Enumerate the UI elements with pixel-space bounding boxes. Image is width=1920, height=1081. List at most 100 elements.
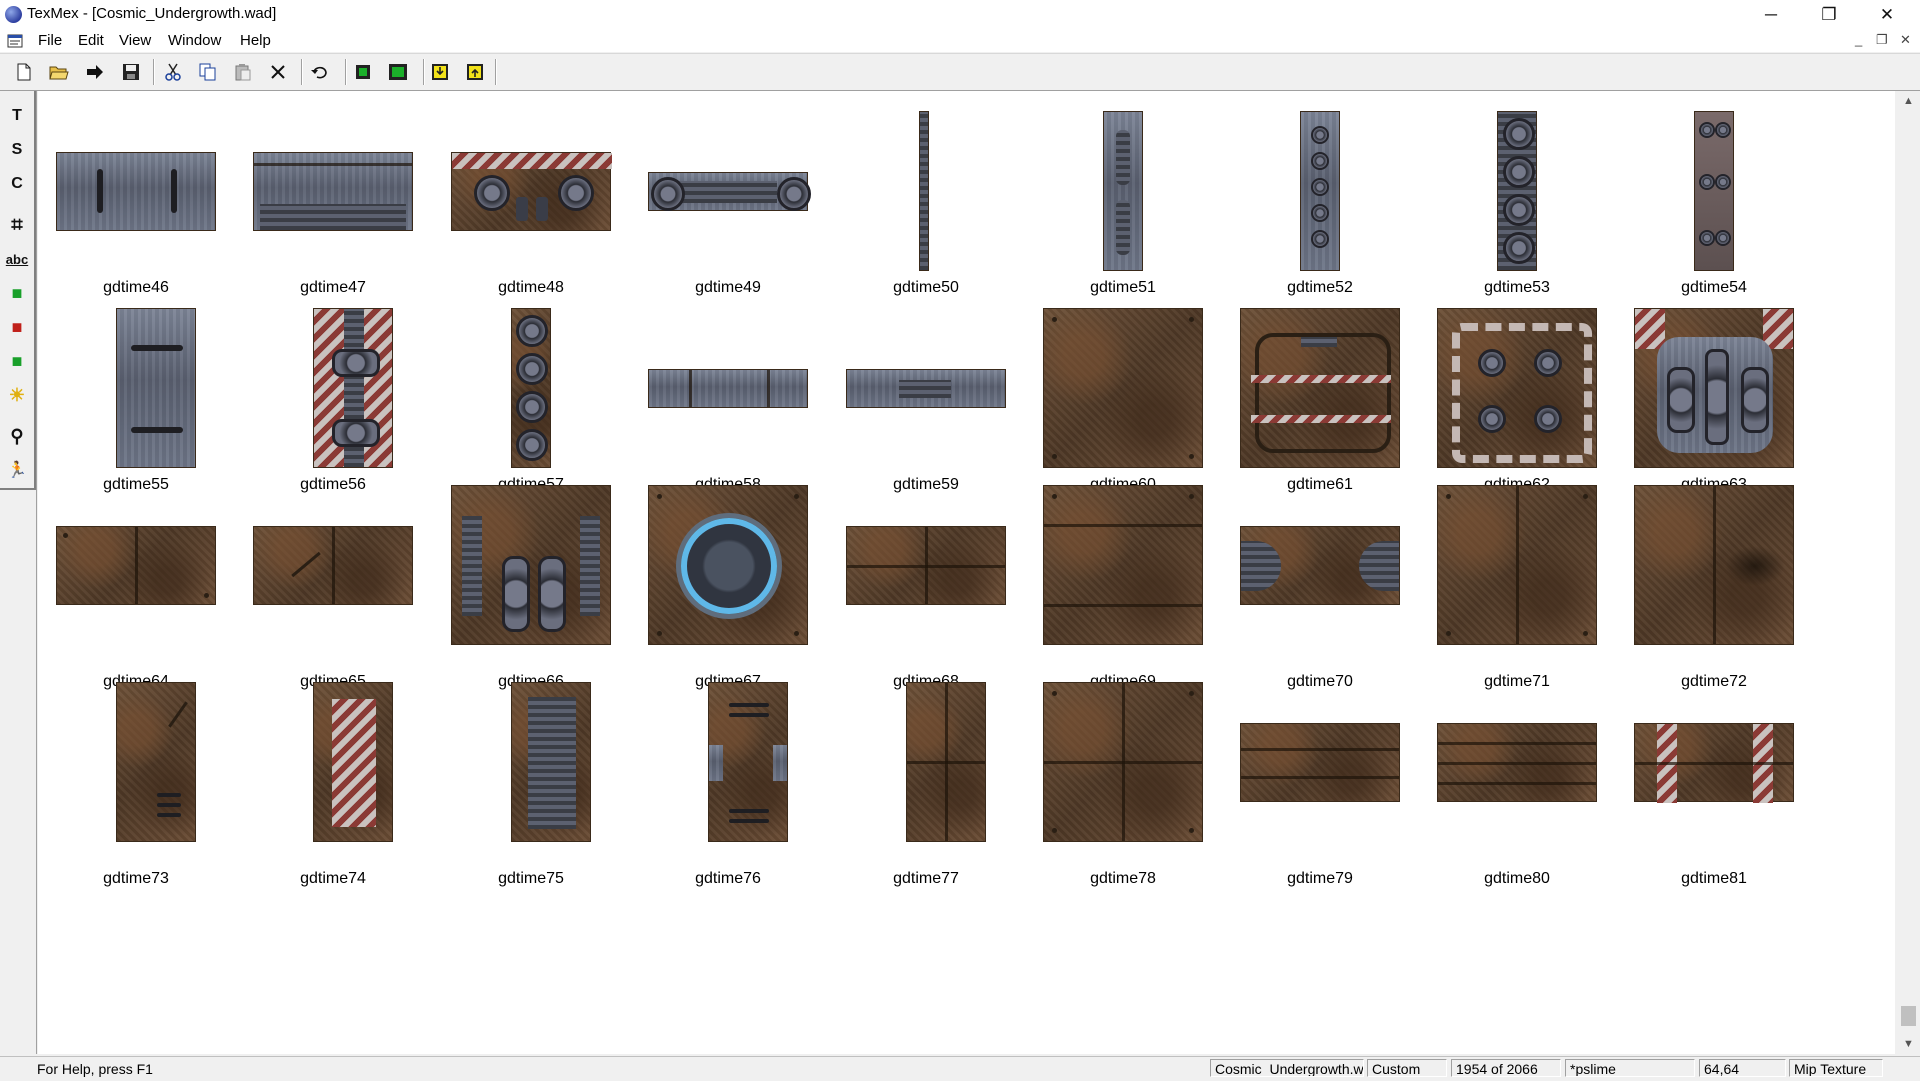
menu-help[interactable]: Help	[240, 32, 271, 49]
texture-thumbnail[interactable]	[56, 152, 216, 231]
texture-thumbnail[interactable]	[1437, 723, 1597, 802]
texture-thumbnail[interactable]	[648, 485, 808, 645]
minimize-button[interactable]: ─	[1742, 0, 1800, 29]
texture-thumbnail[interactable]	[313, 308, 393, 468]
red-green-icon[interactable]: ■	[4, 348, 30, 374]
texture-thumbnail[interactable]	[1103, 111, 1143, 271]
menu-edit[interactable]: Edit	[78, 32, 104, 49]
scroll-up-button[interactable]: ▲	[1897, 91, 1920, 111]
texture-thumbnail[interactable]	[253, 152, 413, 231]
texture-thumbnail[interactable]	[1043, 682, 1203, 842]
restore-button[interactable]: ❐	[1800, 0, 1858, 29]
texture-thumbnail[interactable]	[253, 526, 413, 605]
texture-thumbnail[interactable]	[1497, 111, 1537, 271]
texture-thumbnail[interactable]	[708, 682, 788, 842]
texture-tile[interactable]: gdtime81	[1616, 682, 1794, 887]
texture-tile[interactable]: gdtime57	[433, 288, 593, 493]
c-tool-icon[interactable]: C	[4, 171, 30, 197]
green-layers-icon[interactable]: ■	[4, 280, 30, 306]
menu-view[interactable]: View	[119, 32, 151, 49]
texture-tile[interactable]: gdtime62	[1419, 288, 1597, 493]
import-icon[interactable]	[428, 61, 452, 83]
texture-thumbnail[interactable]	[1240, 723, 1400, 802]
texture-tile[interactable]: gdtime58	[630, 288, 808, 493]
vertical-scrollbar[interactable]: ▲ ▼	[1897, 91, 1920, 1054]
texture-tile[interactable]: gdtime75	[433, 682, 593, 887]
texture-tile[interactable]: gdtime53	[1419, 91, 1579, 296]
arrow-right-icon[interactable]	[83, 61, 107, 83]
text-tool-icon[interactable]: T	[4, 103, 30, 129]
texture-thumbnail[interactable]	[648, 369, 808, 408]
copy-icon[interactable]	[196, 61, 220, 83]
document-icon[interactable]	[7, 32, 24, 49]
texture-tile[interactable]: gdtime78	[1025, 682, 1203, 887]
texture-thumbnail[interactable]	[116, 682, 196, 842]
texture-tile[interactable]: gdtime51	[1025, 91, 1185, 296]
save-icon[interactable]	[119, 61, 143, 83]
texture-thumbnail[interactable]	[1300, 111, 1340, 271]
cut-icon[interactable]	[161, 61, 185, 83]
scroll-down-button[interactable]: ▼	[1897, 1034, 1920, 1054]
s-tool-icon[interactable]: S	[4, 137, 30, 163]
texture-tile[interactable]: gdtime55	[38, 288, 198, 493]
texture-thumbnail[interactable]	[511, 682, 591, 842]
texture-tile[interactable]: gdtime71	[1419, 485, 1597, 690]
texture-tile[interactable]: gdtime64	[38, 485, 216, 690]
scroll-thumb[interactable]	[1901, 1006, 1916, 1026]
delete-icon[interactable]	[266, 61, 290, 83]
mdi-close-button[interactable]: ✕	[1900, 32, 1911, 48]
green-square-icon[interactable]	[351, 61, 375, 83]
texture-thumbnail[interactable]	[1437, 485, 1597, 645]
texture-thumbnail[interactable]	[116, 308, 196, 468]
texture-tile[interactable]: gdtime70	[1222, 485, 1400, 690]
texture-thumbnail[interactable]	[1043, 308, 1203, 468]
texture-thumbnail[interactable]	[1634, 485, 1794, 645]
texture-thumbnail[interactable]	[1240, 526, 1400, 605]
texture-tile[interactable]: gdtime56	[235, 288, 395, 493]
new-file-icon[interactable]	[12, 61, 36, 83]
undo-icon[interactable]	[308, 61, 332, 83]
texture-thumbnail[interactable]	[1634, 723, 1794, 803]
texture-tile[interactable]: gdtime79	[1222, 682, 1400, 887]
open-folder-icon[interactable]	[47, 61, 71, 83]
texture-thumbnail[interactable]	[1240, 308, 1400, 468]
run-icon[interactable]: 🏃	[4, 457, 30, 483]
texture-tile[interactable]: gdtime52	[1222, 91, 1382, 296]
texture-tile[interactable]: gdtime46	[38, 91, 216, 296]
texture-thumbnail[interactable]	[511, 308, 551, 468]
texture-tile[interactable]: gdtime63	[1616, 288, 1794, 493]
menu-file[interactable]: File	[38, 32, 62, 49]
green-red-icon[interactable]: ■	[4, 314, 30, 340]
texture-thumbnail[interactable]	[1634, 308, 1794, 468]
texture-thumbnail[interactable]	[313, 682, 393, 842]
texture-thumbnail[interactable]	[1043, 485, 1203, 645]
texture-tile[interactable]: gdtime74	[235, 682, 395, 887]
export-icon[interactable]	[463, 61, 487, 83]
texture-thumbnail[interactable]	[451, 152, 612, 231]
texture-tile[interactable]: gdtime77	[828, 682, 988, 887]
texture-tile[interactable]: gdtime47	[235, 91, 413, 296]
texture-thumbnail[interactable]	[846, 369, 1006, 408]
texture-tile[interactable]: gdtime48	[433, 91, 612, 296]
texture-tile[interactable]: gdtime68	[828, 485, 1006, 690]
sun-icon[interactable]: ☀	[4, 382, 30, 408]
close-button[interactable]: ✕	[1858, 0, 1916, 29]
menu-window[interactable]: Window	[168, 32, 221, 49]
mdi-restore-button[interactable]: ❐	[1876, 32, 1888, 48]
texture-tile[interactable]: gdtime66	[433, 485, 611, 690]
mdi-minimize-button[interactable]: _	[1855, 32, 1862, 47]
title-bar[interactable]: TexMex - [Cosmic_Undergrowth.wad] ─ ❐ ✕	[0, 0, 1920, 29]
texture-tile[interactable]: gdtime61	[1222, 288, 1400, 493]
paste-icon[interactable]	[231, 61, 255, 83]
texture-thumbnail[interactable]	[919, 111, 929, 271]
texture-tile[interactable]: gdtime65	[235, 485, 413, 690]
texture-thumbnail[interactable]	[648, 172, 811, 211]
texture-tile[interactable]: gdtime72	[1616, 485, 1794, 690]
texture-thumbnail[interactable]	[1694, 111, 1734, 271]
crop-icon[interactable]: ⌗	[4, 212, 30, 238]
texture-tile[interactable]: gdtime49	[630, 91, 811, 296]
texture-thumbnail[interactable]	[451, 485, 611, 645]
texture-browser[interactable]: gdtime46 gdtime47 gdtime48 gdtime49 gdti…	[38, 91, 1895, 1054]
texture-tile[interactable]: gdtime80	[1419, 682, 1597, 887]
texture-thumbnail[interactable]	[906, 682, 986, 842]
